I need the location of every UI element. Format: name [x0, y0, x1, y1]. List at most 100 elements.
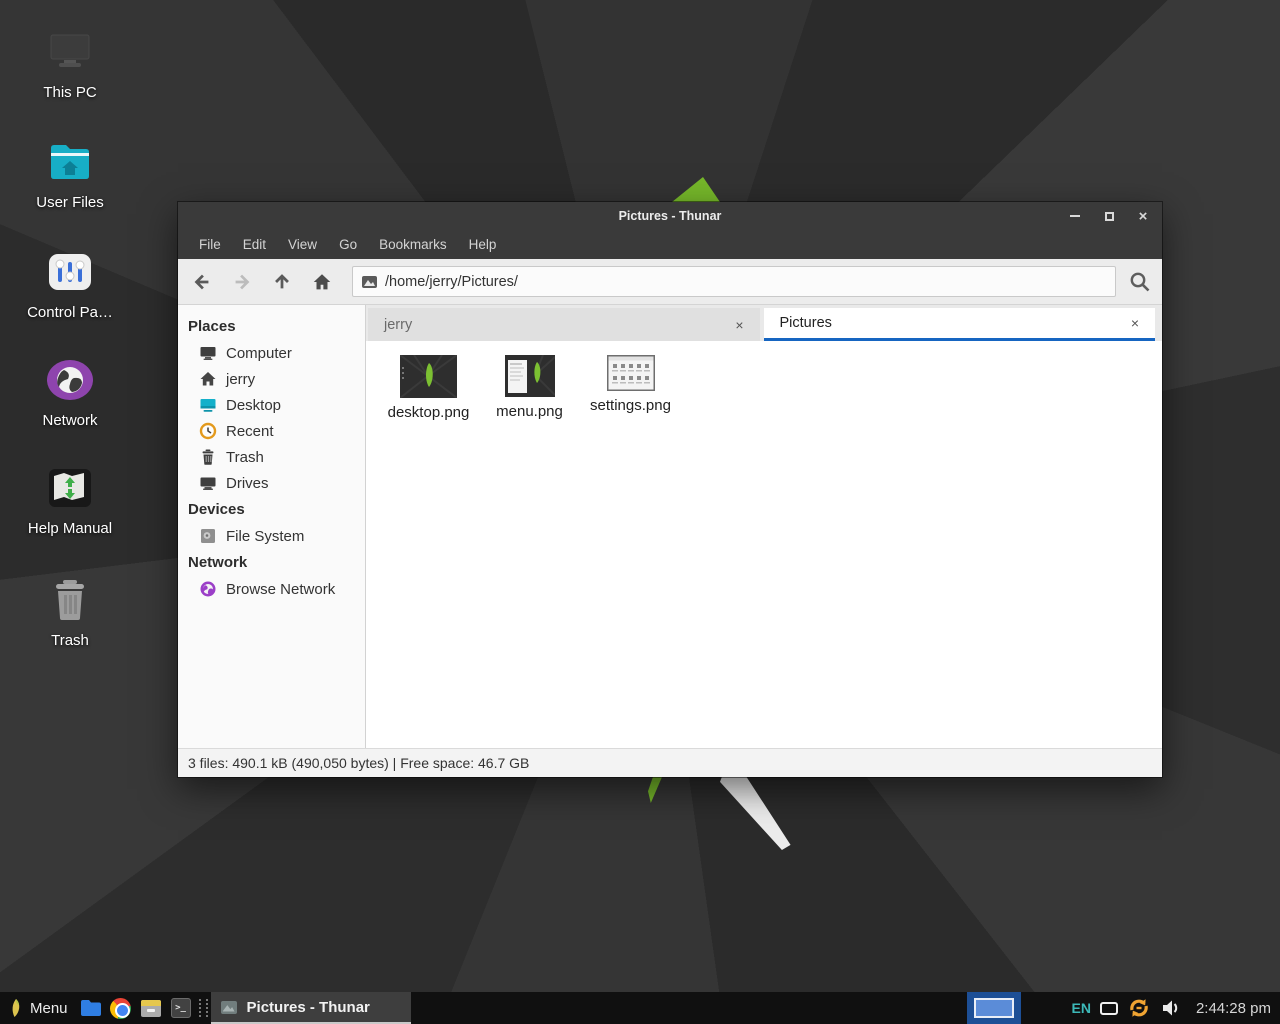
sidebar-header-network: Network	[178, 549, 365, 576]
control-panel-icon	[44, 246, 96, 298]
active-workspace-indicator	[974, 998, 1014, 1018]
desktop-icon-label: Control Pa…	[8, 304, 132, 321]
path-bar[interactable]: /home/jerry/Pictures/	[352, 266, 1116, 297]
desktop-monitor-icon	[199, 396, 217, 414]
desktop-icon-label: Network	[8, 412, 132, 429]
file-thumbnail	[400, 355, 457, 398]
maximize-button[interactable]	[1102, 209, 1116, 223]
blue-folder-icon	[80, 999, 102, 1017]
panel-drag-handle[interactable]	[199, 999, 208, 1017]
desktop-icon-control-panel[interactable]: Control Pa…	[8, 246, 132, 321]
desktop-icon-label: Help Manual	[8, 520, 132, 537]
hard-drive-icon	[199, 527, 217, 545]
sidebar-item-label: jerry	[226, 371, 255, 388]
file-menu-png[interactable]: menu.png	[479, 353, 580, 420]
tab-jerry[interactable]: jerry ×	[368, 308, 760, 341]
menu-file[interactable]: File	[188, 230, 232, 259]
desktop-icon-label: This PC	[8, 84, 132, 101]
system-tray: EN 2:44:28 pm	[1071, 996, 1280, 1020]
sidebar-item-label: Drives	[226, 475, 269, 492]
volume-icon[interactable]	[1160, 998, 1182, 1018]
sidebar-item-computer[interactable]: Computer	[178, 340, 365, 366]
home-folder-icon	[44, 136, 96, 188]
sidebar-item-desktop[interactable]: Desktop	[178, 392, 365, 418]
file-manager-launcher[interactable]	[76, 992, 106, 1024]
home-button[interactable]	[302, 262, 342, 302]
tab-close-icon[interactable]: ×	[1131, 315, 1139, 331]
help-manual-icon	[44, 462, 96, 514]
file-name: desktop.png	[378, 404, 479, 421]
archive-icon	[141, 1000, 161, 1017]
menu-button-label: Menu	[30, 1000, 68, 1017]
sidebar-item-jerry-home[interactable]: jerry	[178, 366, 365, 392]
sidebar-item-file-system[interactable]: File System	[178, 523, 365, 549]
menu-go[interactable]: Go	[328, 230, 368, 259]
image-icon	[362, 276, 377, 288]
search-button[interactable]	[1118, 262, 1162, 302]
tab-bar: jerry × Pictures ×	[366, 305, 1162, 341]
archive-manager-launcher[interactable]	[136, 992, 166, 1024]
update-refresh-icon[interactable]	[1127, 996, 1151, 1020]
desktop-icon-help-manual[interactable]: Help Manual	[8, 462, 132, 537]
up-button[interactable]	[262, 262, 302, 302]
desktop-icon-user-files[interactable]: User Files	[8, 136, 132, 211]
tab-pictures[interactable]: Pictures ×	[764, 308, 1156, 341]
applications-menu-button[interactable]: Menu	[0, 992, 76, 1024]
menu-edit[interactable]: Edit	[232, 230, 277, 259]
window-titlebar[interactable]: Pictures - Thunar ×	[178, 202, 1162, 230]
network-globe-icon	[44, 354, 96, 406]
file-list[interactable]: desktop.png menu.png	[366, 341, 1162, 748]
chrome-icon	[110, 998, 131, 1019]
file-desktop-png[interactable]: desktop.png	[378, 353, 479, 421]
window-title: Pictures - Thunar	[619, 209, 722, 223]
terminal-icon: >_	[171, 998, 191, 1018]
tab-close-icon[interactable]: ×	[735, 317, 743, 333]
menu-leaf-icon	[8, 998, 22, 1018]
close-button[interactable]: ×	[1136, 209, 1150, 223]
minimize-button[interactable]	[1068, 209, 1082, 223]
keyboard-layout-indicator[interactable]: EN	[1071, 1000, 1090, 1016]
sidebar-item-trash[interactable]: Trash	[178, 444, 365, 470]
menu-help[interactable]: Help	[458, 230, 508, 259]
desktop-icon-network[interactable]: Network	[8, 354, 132, 429]
desktop-icon-label: Trash	[8, 632, 132, 649]
thunar-window: Pictures - Thunar × File Edit View Go Bo…	[178, 202, 1162, 777]
sidebar-item-label: Recent	[226, 423, 274, 440]
drives-icon	[199, 474, 217, 492]
desktop-icon-this-pc[interactable]: This PC	[8, 26, 132, 101]
sidebar-item-label: Browse Network	[226, 581, 335, 598]
computer-monitor-icon	[44, 26, 96, 78]
taskbar: Menu >_ Pictures - Thunar EN	[0, 992, 1280, 1024]
window-controls: ×	[1068, 202, 1150, 230]
sidebar-item-drives[interactable]: Drives	[178, 470, 365, 496]
menu-view[interactable]: View	[277, 230, 328, 259]
file-thumbnail	[607, 355, 655, 391]
menu-bookmarks[interactable]: Bookmarks	[368, 230, 458, 259]
forward-button[interactable]	[222, 262, 262, 302]
file-name: menu.png	[479, 403, 580, 420]
wallpaper-leaf-tip	[672, 177, 720, 202]
status-bar: 3 files: 490.1 kB (490,050 bytes) | Free…	[178, 748, 1162, 777]
taskbar-window-button[interactable]: Pictures - Thunar	[211, 992, 411, 1024]
taskbar-clock[interactable]: 2:44:28 pm	[1196, 1000, 1280, 1017]
recent-clock-icon	[199, 422, 217, 440]
main-pane: jerry × Pictures × desktop.png	[366, 305, 1162, 748]
network-browse-icon	[199, 580, 217, 598]
desktop-icon-trash[interactable]: Trash	[8, 574, 132, 649]
status-text: 3 files: 490.1 kB (490,050 bytes) | Free…	[188, 755, 529, 771]
file-settings-png[interactable]: settings.png	[580, 353, 681, 414]
workspace-pager[interactable]	[967, 992, 1021, 1024]
sidebar-item-browse-network[interactable]: Browse Network	[178, 576, 365, 602]
menubar: File Edit View Go Bookmarks Help	[178, 230, 1162, 259]
sidebar-item-label: Trash	[226, 449, 264, 466]
trash-icon	[199, 448, 217, 466]
terminal-launcher[interactable]: >_	[166, 992, 196, 1024]
back-button[interactable]	[182, 262, 222, 302]
sidebar-item-label: Desktop	[226, 397, 281, 414]
sidebar-header-places: Places	[178, 313, 365, 340]
display-tray-icon[interactable]	[1100, 1002, 1118, 1015]
sidebar-item-recent[interactable]: Recent	[178, 418, 365, 444]
taskbar-window-label: Pictures - Thunar	[247, 999, 370, 1016]
sidebar: Places Computer jerry Desktop	[178, 305, 366, 748]
chrome-launcher[interactable]	[106, 992, 136, 1024]
